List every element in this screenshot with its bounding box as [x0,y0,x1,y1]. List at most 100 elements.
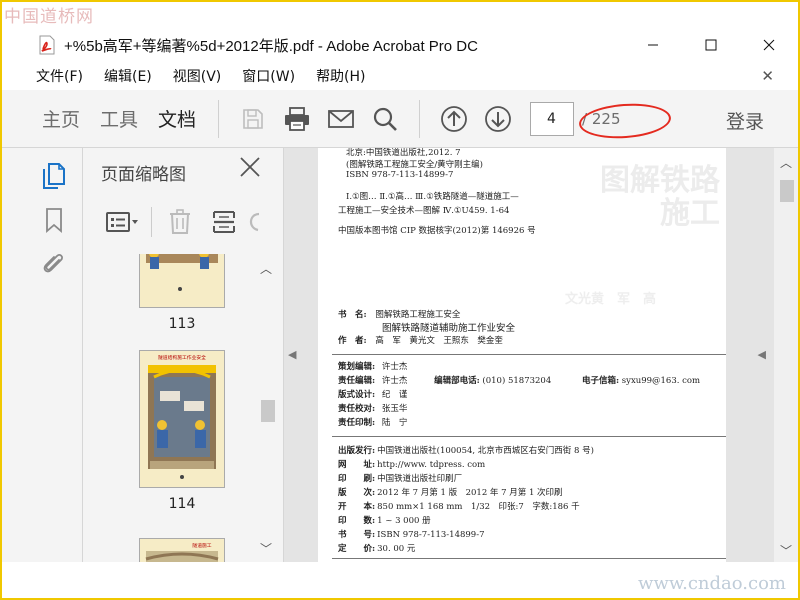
design-row: 版式设计: 纪 谨 [338,388,407,400]
ghost-cover-authors: 文光黄 军 高 [564,292,656,307]
menu-file[interactable]: 文件(F) [36,66,83,86]
menu-view[interactable]: 视图(V) [173,66,222,86]
thumbnail-page-label: 114 [168,496,196,512]
doc-scroll-up-icon[interactable]: ︿ [780,154,792,171]
ghost-cover-text: 图解铁路 施工 [600,164,720,230]
page-thumbnail[interactable]: 隧道结构施工作业安全 [139,350,225,488]
publish-row: 印 刷: 中国铁道出版社印刷厂 [338,472,462,484]
rotate-page-icon[interactable] [246,205,266,239]
close-document-icon[interactable]: ✕ [761,67,774,85]
publish-row: 印 数: 1 ~ 3 000 册 [338,514,431,526]
tab-document[interactable]: 文档 [148,90,206,148]
close-panel-icon[interactable] [239,156,261,184]
email-icon[interactable] [319,97,363,141]
divider-line [332,354,726,355]
window-title: +%5b高军+等编著%5d+2012年版.pdf - Adobe Acrobat… [64,37,478,55]
publish-row: 网 址: http://www. tdpress. com [338,458,485,470]
minimize-button[interactable] [624,28,682,62]
cip-line: ISBN 978-7-113-14899-7 [346,170,454,180]
email: syxu99@163. com [621,376,701,386]
collapse-left-panel-icon[interactable]: ◀ [288,348,296,361]
pdf-page: 图解铁路 施工 文光黄 军 高 北京:中国铁道出版社,2012. 7 (图解铁路… [318,148,726,562]
close-window-button[interactable] [740,28,798,62]
document-scrollbar[interactable]: ︿ ﹀ [774,148,798,562]
publish-value: http://www. tdpress. com [377,460,486,470]
doc-scroll-down-icon[interactable]: ﹀ [780,542,792,559]
page-number-input[interactable]: 4 [530,101,575,136]
next-page-icon[interactable] [476,97,520,141]
publish-label: 版 次: [338,488,376,498]
cip-line: (图解铁路工程施工安全/黄守刚主编) [346,160,483,170]
page-thumbnails-icon[interactable] [40,162,68,190]
author-label: 作 者: [338,336,367,346]
panel-title: 页面缩略图 [101,165,186,185]
divider-line [332,558,726,559]
main-toolbar: 主页 工具 文档 4 / 225 登录 [2,90,798,148]
document-view[interactable]: ◀ 图解铁路 施工 文光黄 军 高 北京:中国铁道出版社,2012. 7 (图解… [284,148,798,562]
ghost-cover-line-1: 图解铁路 [600,163,720,198]
bookmark-icon[interactable] [40,206,68,234]
planning-editor-row: 策划编辑: 许士杰 [338,360,407,372]
publish-label: 开 本: [338,502,376,512]
publish-value: 30. 00 元 [377,544,416,554]
doc-scrollbar-thumb[interactable] [780,180,794,202]
thumbnail-options-icon[interactable] [101,205,145,239]
collapse-right-panel-icon[interactable]: ◀ [758,348,766,361]
scroll-up-icon[interactable]: ︿ [260,260,272,277]
panel-divider [151,207,152,237]
pdf-file-icon [36,34,58,56]
tab-home[interactable]: 主页 [32,90,90,148]
email-label: 电子信箱: [581,376,620,386]
scroll-down-icon[interactable]: ﹀ [260,540,272,557]
thumbnail-header: 隧道结构施工作业安全 [158,354,206,361]
publish-label: 印 数: [338,516,376,526]
previous-page-icon[interactable] [432,97,476,141]
menu-bar: 文件(F) 编辑(E) 视图(V) 窗口(W) 帮助(H) ✕ [2,62,798,90]
phone-label: 编辑部电话: [434,376,480,386]
navigation-rail [2,148,83,562]
cip-line: Ⅰ.①图… Ⅱ.①高… Ⅲ.①铁路隧道—隧道施工— [346,192,519,202]
publish-value: 850 mm×1 168 mm 1/32 印张:7 字数:186 千 [377,502,580,512]
publish-label: 书 号: [338,530,376,540]
print-icon[interactable] [275,97,319,141]
publish-label: 出版发行: [338,446,376,456]
print-manager-label: 责任印制: [338,418,376,428]
design-label: 版式设计: [338,390,376,400]
series-name: 图解铁路工程施工安全 [375,310,461,320]
publish-row: 版 次: 2012 年 7 月第 1 版 2012 年 7 月第 1 次印刷 [338,486,563,498]
search-icon[interactable] [363,97,407,141]
responsible-editor-label: 责任编辑: [338,376,376,386]
phone: (010) 51873204 [482,376,552,386]
publish-label: 印 刷: [338,474,376,484]
publish-value: 中国铁道出版社印刷厂 [377,474,463,484]
menu-window[interactable]: 窗口(W) [242,66,295,86]
publish-value: 1 ~ 3 000 册 [377,516,431,526]
page-thumbnail[interactable] [139,254,225,308]
insert-page-icon[interactable] [202,205,246,239]
proofreader-label: 责任校对: [338,404,376,414]
page-thumbnail[interactable]: 隧道施工 [139,538,225,562]
responsible-editor: 许士杰 [381,376,408,386]
toolbar-divider [218,99,220,138]
author-row: 作 者: 高 军 黄光文 王照东 樊金奎 [338,334,503,346]
scrollbar-thumb[interactable] [261,400,275,422]
delete-page-icon[interactable] [158,205,202,239]
title-bar: +%5b高军+等编著%5d+2012年版.pdf - Adobe Acrobat… [2,28,798,62]
save-icon[interactable] [231,97,275,141]
cip-line: 工程施工—安全技术—图解 Ⅳ.①U459. 1-64 [338,206,510,216]
proofreader: 张玉华 [381,404,408,414]
menu-edit[interactable]: 编辑(E) [104,66,152,86]
tab-tools[interactable]: 工具 [90,90,148,148]
ghost-cover-line-2: 施工 [660,196,720,231]
authors: 高 军 黄光文 王照东 樊金奎 [375,336,503,346]
maximize-button[interactable] [682,28,740,62]
planning-editor: 许士杰 [381,362,408,372]
menu-help[interactable]: 帮助(H) [316,66,365,86]
thumbnails-list: 113 隧道结构施工作业安全 114 隧道施工 [83,254,263,562]
attachment-icon[interactable] [40,250,68,278]
print-manager-row: 责任印制: 陆 宁 [338,416,407,428]
login-button[interactable]: 登录 [726,107,764,134]
thumbnails-scrollbar[interactable]: ︿ ﹀ [257,254,279,562]
watermark-top: 中国道桥网 [4,7,94,27]
annotation-ellipse [577,100,673,142]
